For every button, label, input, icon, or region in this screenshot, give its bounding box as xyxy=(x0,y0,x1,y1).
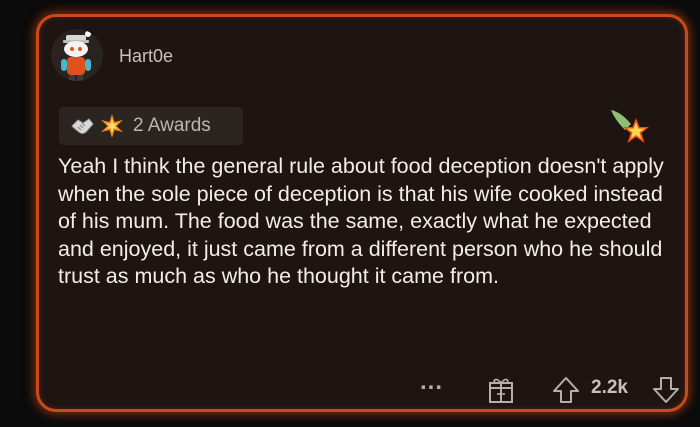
username[interactable]: Hart0e xyxy=(119,46,173,67)
awards-label: 2 Awards xyxy=(133,115,211,136)
upvote-arrow-icon[interactable] xyxy=(551,375,581,405)
starburst-award-icon xyxy=(101,114,123,138)
handshake-award-icon xyxy=(71,118,94,134)
snoo-avatar-icon xyxy=(61,31,91,81)
downvote-arrow-icon[interactable] xyxy=(651,375,681,405)
star-comet-badge-icon xyxy=(611,110,649,143)
more-options-button[interactable]: ... xyxy=(420,370,450,405)
awards-pill[interactable]: 2 Awards xyxy=(59,107,243,145)
gift-icon[interactable] xyxy=(487,375,515,405)
comment-card: Hart0e 2 Awards Yeah I think the general… xyxy=(36,14,688,412)
avatar[interactable] xyxy=(51,29,103,81)
vote-score: 2.2k xyxy=(591,377,628,398)
comment-body: Yeah I think the general rule about food… xyxy=(58,154,664,288)
